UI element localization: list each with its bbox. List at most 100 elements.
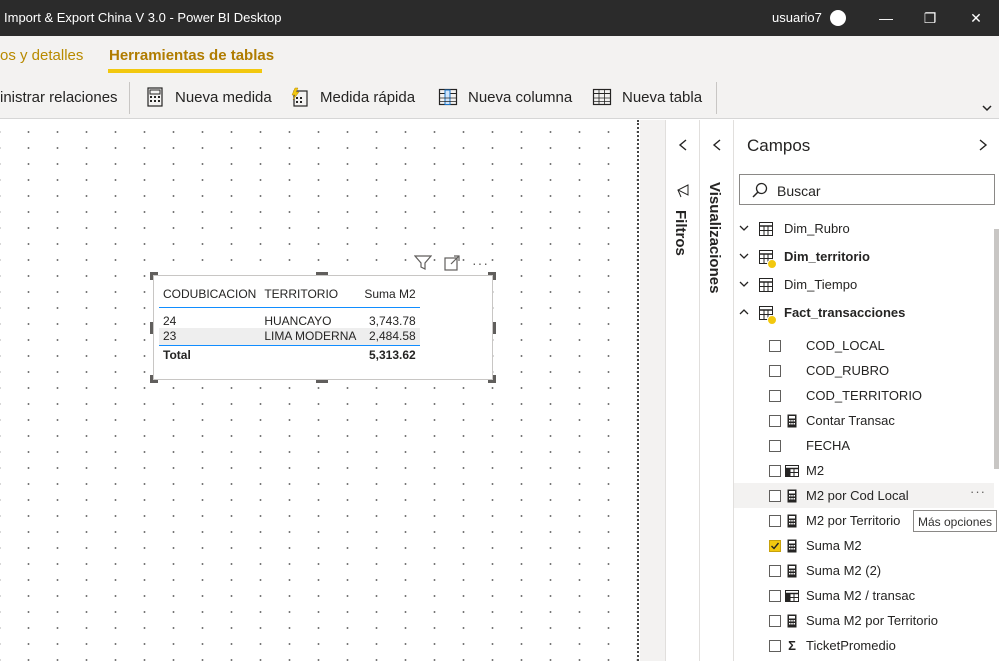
table-visual[interactable]: CODUBICACION TERRITORIO Suma M2 24 HUANC…	[153, 275, 493, 380]
fields-scrollbar[interactable]	[994, 229, 999, 469]
user-name[interactable]: usuario7	[772, 10, 822, 25]
field-cod-local[interactable]: COD_LOCAL	[734, 333, 994, 358]
manage-relations-button[interactable]: inistrar relaciones	[0, 85, 118, 109]
field-checkbox-checked[interactable]	[769, 539, 781, 552]
resize-handle[interactable]	[150, 375, 153, 383]
calculator-icon	[147, 87, 163, 107]
new-table-button[interactable]: Nueva tabla	[592, 85, 702, 109]
resize-handle[interactable]	[493, 272, 496, 280]
field-checkbox[interactable]	[769, 364, 781, 377]
resize-handle[interactable]	[150, 322, 153, 334]
minimize-button[interactable]: —	[876, 8, 896, 28]
visualizations-pane-label[interactable]: Visualizaciones	[706, 182, 723, 293]
filters-pane[interactable]: Filtros	[665, 120, 699, 661]
field-checkbox[interactable]	[769, 389, 781, 402]
field-suma-m2-transac[interactable]: Suma M2 / transac	[734, 583, 994, 608]
field-suma-m2-por-territorio[interactable]: Suma M2 por Territorio	[734, 608, 994, 633]
quick-measure-button[interactable]: Medida rápida	[290, 85, 415, 109]
close-button[interactable]: ✕	[966, 8, 986, 28]
avatar[interactable]	[830, 10, 846, 26]
field-checkbox[interactable]	[769, 414, 781, 427]
field-checkbox[interactable]	[769, 489, 781, 502]
visualizations-pane[interactable]: Visualizaciones	[699, 120, 733, 661]
resize-handle[interactable]	[493, 375, 496, 383]
calculator-icon	[787, 564, 797, 577]
new-column-label: Nueva columna	[468, 88, 573, 106]
focus-mode-icon[interactable]	[444, 255, 460, 271]
search-field[interactable]: Buscar	[739, 174, 995, 205]
restore-button[interactable]: ❐	[920, 8, 940, 28]
field-fecha[interactable]: FECHA	[734, 433, 994, 458]
field-m2-por-cod-local[interactable]: M2 por Cod Local	[734, 483, 994, 508]
data-table: CODUBICACION TERRITORIO Suma M2 24 HUANC…	[159, 281, 420, 364]
field-name: TicketPromedio	[806, 638, 896, 653]
new-measure-button[interactable]: Nueva medida	[145, 85, 272, 109]
resize-handle[interactable]	[150, 272, 153, 280]
more-options-icon[interactable]: ···	[472, 256, 489, 270]
field-name: M2 por Territorio	[806, 513, 901, 528]
chevron-left-icon[interactable]	[712, 139, 722, 151]
table-dim-territorio[interactable]: Dim_territorio	[734, 243, 994, 271]
tab-datos-y-detalles[interactable]: os y detalles	[0, 47, 83, 64]
resize-handle[interactable]	[316, 380, 328, 383]
chevron-left-icon[interactable]	[678, 139, 688, 151]
calculated-column-icon	[785, 589, 799, 602]
table-name: Dim_territorio	[784, 249, 870, 264]
column-header[interactable]: Suma M2	[360, 281, 420, 308]
field-contar-transac[interactable]: Contar Transac	[734, 408, 994, 433]
table-dim-tiempo[interactable]: Dim_Tiempo	[734, 271, 994, 299]
field-suma-m2-2[interactable]: Suma M2 (2)	[734, 558, 994, 583]
field-checkbox[interactable]	[769, 564, 781, 577]
more-options-icon[interactable]: ···	[970, 484, 986, 499]
filters-pane-label[interactable]: Filtros	[672, 210, 689, 256]
search-icon	[752, 182, 768, 198]
field-checkbox[interactable]	[769, 464, 781, 477]
chevron-down-icon[interactable]	[981, 102, 993, 114]
field-checkbox[interactable]	[769, 614, 781, 627]
field-checkbox[interactable]	[769, 514, 781, 527]
table-icon	[759, 278, 773, 292]
total-label: Total	[159, 345, 261, 364]
chevron-up-icon[interactable]	[739, 307, 749, 317]
table-total-row: Total 5,313.62	[159, 345, 420, 364]
field-name: Suma M2 / transac	[806, 588, 916, 603]
field-cod-territorio[interactable]: COD_TERRITORIO	[734, 383, 994, 408]
new-column-button[interactable]: Nueva columna	[438, 85, 572, 109]
active-tab-indicator	[108, 69, 262, 73]
field-checkbox[interactable]	[769, 339, 781, 352]
chevron-down-icon[interactable]	[739, 279, 749, 289]
chevron-right-icon[interactable]	[978, 139, 988, 151]
field-cod-rubro[interactable]: COD_RUBRO	[734, 358, 994, 383]
table-header-row: CODUBICACION TERRITORIO Suma M2	[159, 281, 420, 308]
toolbar-divider	[716, 82, 717, 114]
column-header[interactable]: TERRITORIO	[260, 281, 361, 308]
canvas-page-border	[637, 120, 639, 661]
table-row: 23 LIMA MODERNA 2,484.58	[159, 327, 420, 346]
canvas-gutter	[640, 120, 665, 661]
field-ticket-promedio[interactable]: Σ TicketPromedio	[734, 633, 994, 658]
filter-icon[interactable]	[414, 255, 432, 271]
table-icon	[759, 222, 773, 236]
field-checkbox[interactable]	[769, 589, 781, 602]
table-fact-transacciones[interactable]: Fact_transacciones	[734, 299, 994, 327]
field-name: Suma M2	[806, 538, 862, 553]
field-m2[interactable]: M2	[734, 458, 994, 483]
report-canvas[interactable]	[0, 120, 640, 661]
field-suma-m2[interactable]: Suma M2	[734, 533, 994, 558]
resize-handle[interactable]	[493, 322, 496, 334]
new-table-label: Nueva tabla	[622, 88, 703, 106]
quick-measure-label: Medida rápida	[320, 88, 416, 106]
table-icon	[592, 88, 612, 106]
field-checkbox[interactable]	[769, 639, 781, 652]
calculator-icon	[787, 514, 797, 527]
chevron-down-icon[interactable]	[739, 223, 749, 233]
tab-herramientas-de-tablas[interactable]: Herramientas de tablas	[109, 47, 274, 64]
sigma-icon: Σ	[788, 637, 796, 653]
resize-handle[interactable]	[316, 272, 328, 275]
window-title: Import & Export China V 3.0 - Power BI D…	[4, 10, 282, 25]
table-dim-rubro[interactable]: Dim_Rubro	[734, 215, 994, 243]
calculator-icon	[787, 414, 797, 427]
column-header[interactable]: CODUBICACION	[159, 281, 261, 308]
field-checkbox[interactable]	[769, 439, 781, 452]
chevron-down-icon[interactable]	[739, 251, 749, 261]
